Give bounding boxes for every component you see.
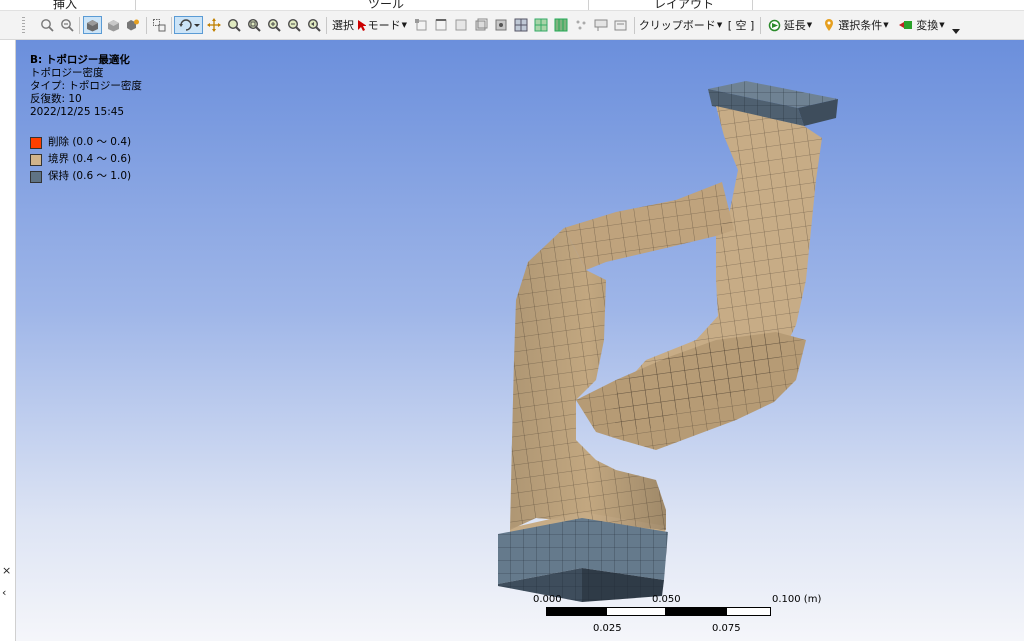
group-tools: ツール: [368, 0, 405, 11]
select-element-icon[interactable]: [513, 16, 529, 34]
clipboard-dropdown[interactable]: クリップボード ▼: [638, 16, 723, 34]
ribbon-group-bar: 挿入 ツール レイアウト: [0, 0, 1024, 11]
toolbar-grip[interactable]: [22, 17, 25, 34]
select-label: 選択: [332, 19, 354, 32]
solid-view-icon[interactable]: [83, 16, 102, 34]
graphics-viewport[interactable]: B: トポロジー最適化 トポロジー密度 タイプ: トポロジー密度 反復数: 10…: [16, 40, 1024, 641]
keep-region: [498, 518, 668, 602]
rotate-dropdown-button[interactable]: [174, 16, 203, 34]
scale-label: 0.050: [652, 594, 681, 605]
group-layout: レイアウト: [654, 0, 715, 11]
select-body-icon[interactable]: [473, 16, 489, 34]
clipboard-label: クリップボード: [638, 19, 716, 32]
scale-label: 0.100 (m): [772, 594, 822, 605]
scale-segment: [726, 607, 771, 616]
convert-dropdown[interactable]: 変換 ▼: [898, 16, 946, 34]
pan-icon[interactable]: [205, 16, 223, 34]
scale-label: 0.025: [593, 623, 622, 634]
toolbar-divider: [760, 17, 761, 34]
toolbar-divider: [326, 17, 327, 34]
scale-bar: 0.000 0.050 0.100 (m) 0.025 0.075: [533, 594, 821, 640]
chevron-down-icon: ▼: [883, 21, 889, 29]
scale-label: 0.075: [712, 623, 741, 634]
group-insert: 挿入: [53, 0, 78, 11]
mode-label: モード: [367, 19, 401, 32]
select-edge-icon[interactable]: [433, 16, 449, 34]
toolbar-divider: [634, 17, 635, 34]
select-mesh-icon[interactable]: [553, 16, 569, 34]
chevron-down-icon: ▼: [401, 21, 407, 29]
extend-label: 延長: [783, 19, 806, 32]
group-divider: [752, 0, 753, 10]
scale-segment: [606, 607, 666, 616]
toolbar-divider: [146, 17, 147, 34]
zoom-icon[interactable]: [225, 16, 243, 34]
box-select-icon[interactable]: [150, 16, 168, 34]
zoom-out-icon[interactable]: [58, 16, 76, 34]
toolbar-divider: [79, 17, 80, 34]
graphics-toolbar: 選択 モード ▼ クリップボード ▼ [ 空 ] 延長 ▼ 選択条件 ▼ 変換 ▼: [0, 11, 1024, 40]
sparkle-icon[interactable]: [573, 16, 589, 34]
select-face-icon[interactable]: [453, 16, 469, 34]
close-icon[interactable]: ×: [2, 564, 11, 577]
toolbar-divider: [171, 17, 172, 34]
group-divider: [588, 0, 589, 10]
expand-icon[interactable]: ‹: [2, 586, 6, 599]
extend-dropdown[interactable]: 延長 ▼: [765, 16, 815, 34]
zoom-fit-icon[interactable]: [38, 16, 56, 34]
select-button[interactable]: 選択: [331, 16, 355, 34]
mode-dropdown[interactable]: モード ▼: [357, 16, 407, 34]
selection-condition-label: 選択条件: [838, 19, 883, 32]
chevron-down-icon: ▼: [716, 21, 723, 29]
chevron-down-icon: ▼: [806, 21, 813, 29]
scale-segment: [546, 607, 606, 616]
display-settings-icon[interactable]: [124, 16, 142, 34]
empty-clipboard-button[interactable]: [ 空 ]: [726, 16, 756, 34]
scale-label: 0.000: [533, 594, 562, 605]
zoom-to-fit-icon[interactable]: [265, 16, 283, 34]
select-node-icon[interactable]: [493, 16, 509, 34]
magnifier-icon[interactable]: [285, 16, 303, 34]
named-selection-icon[interactable]: [593, 16, 609, 34]
chevron-down-icon: ▼: [939, 21, 945, 29]
select-vertex-icon[interactable]: [413, 16, 429, 34]
convert-label: 変換: [916, 19, 939, 32]
empty-label: [ 空 ]: [727, 19, 755, 32]
selection-condition-dropdown[interactable]: 選択条件 ▼: [821, 16, 891, 34]
select-element-face-icon[interactable]: [533, 16, 549, 34]
scale-segment: [666, 607, 726, 616]
box-zoom-icon[interactable]: [245, 16, 263, 34]
previous-view-icon[interactable]: [305, 16, 323, 34]
shaded-view-icon[interactable]: [104, 16, 122, 34]
annotation-icon[interactable]: [613, 16, 629, 34]
topology-model[interactable]: [16, 40, 1024, 641]
toolbar-overflow-icon[interactable]: [950, 20, 962, 38]
boundary-region: [510, 106, 822, 560]
left-side-panel: × ‹: [0, 40, 16, 641]
group-divider: [135, 0, 136, 10]
